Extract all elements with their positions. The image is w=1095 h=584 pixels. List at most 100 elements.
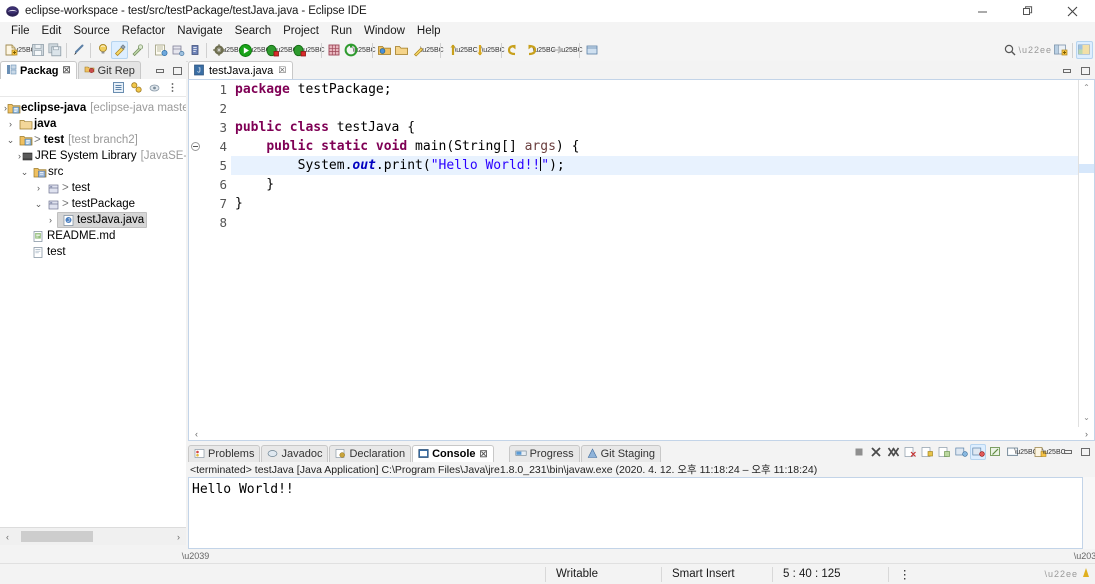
debug-icon[interactable] [264, 41, 281, 59]
run-dropdown-arrow[interactable]: \u25BC [247, 41, 270, 59]
maximize-editor-icon[interactable] [1079, 65, 1092, 77]
open-type-icon[interactable] [376, 41, 393, 59]
toolbar-overflow-dots[interactable]: \u22ee [1018, 45, 1052, 55]
previous-annotation-icon[interactable] [444, 41, 461, 59]
scroll-track[interactable] [15, 531, 171, 542]
console-output[interactable]: Hello World!! [188, 477, 1083, 549]
tab-problems[interactable]: Problems [188, 445, 261, 462]
close-button[interactable] [1050, 0, 1095, 22]
editor-hscrollbar[interactable]: ‹ › [188, 427, 1095, 441]
tree-item-test-project[interactable]: ⌄ > test [test branch2] [0, 132, 186, 148]
tab-package-explorer[interactable]: Packag ☒ [0, 61, 77, 79]
code-line[interactable] [231, 99, 1078, 118]
fold-collapse-icon[interactable] [189, 137, 201, 156]
tree-item-src[interactable]: ⌄ src [0, 164, 186, 180]
source-code-area[interactable]: package testPackage; public class testJav… [231, 80, 1078, 440]
next-annotation-icon[interactable] [471, 41, 488, 59]
menu-search[interactable]: Search [229, 24, 277, 38]
focus-on-active-task-icon[interactable] [147, 80, 162, 95]
maximize-view-icon[interactable] [171, 65, 184, 77]
link-with-editor-icon[interactable] [129, 80, 144, 95]
debug-dropdown-arrow[interactable]: \u25BC [274, 41, 297, 59]
open-task-icon[interactable] [393, 41, 410, 59]
code-line[interactable]: } [231, 175, 1078, 194]
forward-history-dropdown-arrow[interactable]: \u25BC [559, 41, 582, 59]
pin-editor-icon[interactable] [583, 41, 600, 59]
scroll-left-icon[interactable]: \u2039 [182, 549, 210, 564]
new-java-package-icon[interactable] [169, 41, 186, 59]
collapse-all-icon[interactable] [111, 80, 126, 95]
console-hscrollbar[interactable]: \u2039 \u203a [182, 549, 1095, 564]
scroll-right-icon[interactable]: \u203a [1074, 549, 1095, 564]
menu-run[interactable]: Run [325, 24, 358, 38]
search-marker-dropdown-arrow[interactable]: \u25BC [420, 41, 443, 59]
tab-console[interactable]: Console ☒ [412, 445, 494, 462]
minimize-button[interactable] [960, 0, 1005, 22]
new-java-class-icon[interactable] [186, 41, 203, 59]
save-icon[interactable] [29, 41, 46, 59]
build-all-icon[interactable] [128, 41, 145, 59]
code-line[interactable] [231, 213, 1078, 232]
new-wizard-dropdown-arrow[interactable]: \u25BC [12, 41, 35, 59]
menu-project[interactable]: Project [277, 24, 325, 38]
menu-source[interactable]: Source [67, 24, 115, 38]
code-line[interactable]: public class testJava { [231, 118, 1078, 137]
code-line[interactable]: System.out.print("Hello World!!"); [231, 156, 1078, 175]
folding-gutter[interactable] [189, 80, 201, 440]
code-line[interactable]: public static void main(String[] args) { [231, 137, 1078, 156]
menu-window[interactable]: Window [358, 24, 411, 38]
tab-progress[interactable]: Progress [508, 445, 580, 462]
scroll-down-icon[interactable]: ⌄ [1079, 410, 1094, 424]
menu-file[interactable]: File [5, 24, 36, 38]
tree-item-eclipse-java[interactable]: › eclipse-java [eclipse-java master [0, 100, 186, 116]
chevron-right-icon[interactable]: › [44, 215, 57, 225]
tree-item-package-test[interactable]: › > test [0, 180, 186, 196]
external-tools-icon[interactable] [210, 41, 227, 59]
maximize-restore-button[interactable] [1005, 0, 1050, 22]
scroll-thumb[interactable] [21, 531, 93, 542]
chevron-right-icon[interactable]: › [4, 119, 17, 129]
next-annotation-dropdown-arrow[interactable]: \u25BC [481, 41, 504, 59]
chevron-down-icon[interactable]: ⌄ [32, 199, 45, 210]
tree-item-test-file[interactable]: test [0, 244, 186, 260]
git-repository-icon[interactable] [342, 41, 359, 59]
chevron-down-icon[interactable]: ⌄ [18, 167, 31, 178]
tab-git-repositories[interactable]: Git Rep [77, 61, 141, 79]
new-java-project-icon[interactable] [152, 41, 169, 59]
external-tools-dropdown-arrow[interactable]: \u25BC [220, 41, 243, 59]
status-resize-grip[interactable]: \u22ee [1044, 569, 1078, 579]
git-dropdown-arrow[interactable]: \u25BC [352, 41, 375, 59]
chevron-down-icon[interactable]: ⌄ [4, 135, 17, 146]
previous-annotation-dropdown-arrow[interactable]: \u25BC [454, 41, 477, 59]
minimize-console-icon[interactable] [1060, 444, 1076, 460]
scroll-right-icon[interactable]: › [171, 529, 186, 544]
quick-access-search-icon[interactable] [1001, 41, 1018, 59]
remove-all-terminated-icon[interactable] [885, 444, 901, 460]
open-console-dropdown-arrow[interactable]: \u25BC [1014, 443, 1037, 461]
show-console-on-output-icon[interactable] [953, 444, 969, 460]
scroll-up-icon[interactable]: ⌃ [1079, 80, 1094, 94]
coverage-icon[interactable] [291, 41, 308, 59]
code-line[interactable]: package testPackage; [231, 80, 1078, 99]
toggle-mark-occurrences-icon[interactable] [94, 41, 111, 59]
tree-item-jre-system-library[interactable]: › JRE System Library [JavaSE-1.8 [0, 148, 186, 164]
terminate-icon[interactable] [851, 444, 867, 460]
save-all-icon[interactable] [46, 41, 63, 59]
scroll-right-icon[interactable]: › [1079, 426, 1094, 441]
new-wizard-icon[interactable] [2, 41, 19, 59]
new-junit-test-icon[interactable] [325, 41, 342, 59]
clear-console-icon[interactable] [902, 444, 918, 460]
scroll-left-icon[interactable]: ‹ [189, 426, 204, 441]
remove-launch-icon[interactable] [868, 444, 884, 460]
minimize-editor-icon[interactable] [1061, 65, 1074, 77]
minimize-view-icon[interactable] [154, 65, 167, 77]
menu-navigate[interactable]: Navigate [171, 24, 228, 38]
link-with-editor-icon[interactable] [70, 41, 87, 59]
word-wrap-icon[interactable] [936, 444, 952, 460]
tree-item-package-testpackage[interactable]: ⌄ > testPackage [0, 196, 186, 212]
forward-history-icon[interactable] [549, 41, 566, 59]
maximize-console-icon[interactable] [1077, 444, 1093, 460]
code-line[interactable]: } [231, 194, 1078, 213]
menu-edit[interactable]: Edit [36, 24, 68, 38]
scroll-left-icon[interactable]: ‹ [0, 529, 15, 544]
